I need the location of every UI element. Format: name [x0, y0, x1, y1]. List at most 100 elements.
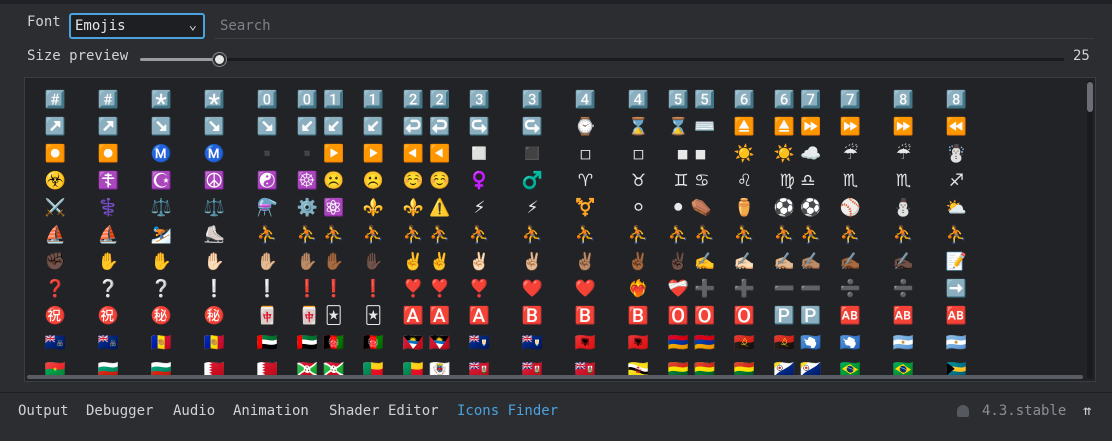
glyph-cell[interactable]: ✌🏿 ✍️: [665, 249, 718, 276]
glyph-cell[interactable]: ✋🏻: [188, 249, 241, 276]
glyph-cell[interactable]: ♏: [824, 168, 877, 195]
glyph-cell[interactable]: ✌🏾: [612, 249, 665, 276]
glyph-cell[interactable]: ⛄: [877, 195, 930, 222]
glyph-cell[interactable]: ✍🏾: [824, 249, 877, 276]
glyph-cell[interactable]: ☪️: [135, 168, 188, 195]
glyph-cell[interactable]: ❓: [29, 276, 82, 303]
glyph-cell[interactable]: 🇦🇲 🇦🇲: [665, 330, 718, 357]
glyph-cell[interactable]: Ⓜ️: [188, 141, 241, 168]
glyph-cell[interactable]: ⚪: [612, 195, 665, 222]
glyph-cell[interactable]: ✌🏼: [506, 249, 559, 276]
glyph-cell[interactable]: ⌛ ⌨️: [665, 114, 718, 141]
glyph-cell[interactable]: 🅾️: [718, 303, 771, 330]
font-select[interactable]: Emojis ⌄: [69, 13, 205, 39]
tab-shader-editor[interactable]: Shader Editor: [329, 403, 439, 419]
glyph-cell[interactable]: ❗ ❗: [294, 276, 347, 303]
vertical-scrollbar[interactable]: [1087, 80, 1093, 379]
glyph-cell[interactable]: ✍🏻: [718, 249, 771, 276]
glyph-cell[interactable]: ✋🏽 ✋🏾: [294, 249, 347, 276]
glyph-cell[interactable]: ⏏️ ⏩: [771, 114, 824, 141]
glyph-cell[interactable]: ⛹️: [930, 222, 983, 249]
glyph-cell[interactable]: 🅱️: [559, 303, 612, 330]
glyph-cell[interactable]: ⛹️: [877, 222, 930, 249]
glyph-cell[interactable]: 4️⃣: [559, 87, 612, 114]
glyph-cell[interactable]: ⚱️: [718, 195, 771, 222]
glyph-cell[interactable]: ↪️: [506, 114, 559, 141]
glyph-cell[interactable]: ⚕️: [82, 195, 135, 222]
expand-panel-icon[interactable]: ⇈: [1083, 403, 1099, 419]
tab-animation[interactable]: Animation: [233, 403, 309, 419]
glyph-cell[interactable]: ㊗️: [82, 303, 135, 330]
glyph-cell[interactable]: 🅿️ 🅿️: [771, 303, 824, 330]
glyph-cell[interactable]: ➖ ➖: [771, 276, 824, 303]
glyph-cell[interactable]: ♌: [718, 168, 771, 195]
glyph-cell[interactable]: ☔: [877, 141, 930, 168]
glyph-cell[interactable]: 🅱️: [612, 303, 665, 330]
bell-icon[interactable]: [957, 405, 969, 417]
glyph-cell[interactable]: ⚫ ⚰️: [665, 195, 718, 222]
glyph-cell[interactable]: 6️⃣ 7️⃣: [771, 87, 824, 114]
glyph-cell[interactable]: 📝: [930, 249, 983, 276]
glyph-cell[interactable]: ⏺️: [82, 141, 135, 168]
glyph-cell[interactable]: ⛹️: [347, 222, 400, 249]
glyph-cell[interactable]: ⛸️: [188, 222, 241, 249]
glyph-cell[interactable]: ➕: [718, 276, 771, 303]
glyph-cell[interactable]: ♊ ♋: [665, 168, 718, 195]
glyph-cell[interactable]: 🀄: [241, 303, 294, 330]
glyph-cell[interactable]: *️⃣: [188, 87, 241, 114]
glyph-cell[interactable]: ⛹️: [506, 222, 559, 249]
glyph-cell[interactable]: ➗: [877, 276, 930, 303]
glyph-cell[interactable]: 🇦🇱: [559, 330, 612, 357]
glyph-cell[interactable]: 🇦🇨: [29, 330, 82, 357]
glyph-cell[interactable]: ⚗️: [241, 195, 294, 222]
glyph-cell[interactable]: ✌️ ✌️: [400, 249, 453, 276]
glyph-cell[interactable]: ❣️: [453, 276, 506, 303]
size-slider-track[interactable]: [140, 58, 1064, 61]
glyph-cell[interactable]: 7️⃣: [824, 87, 877, 114]
glyph-cell[interactable]: Ⓜ️: [135, 141, 188, 168]
glyph-cell[interactable]: ✍🏿: [877, 249, 930, 276]
glyph-cell[interactable]: ▪️ ▶️: [294, 141, 347, 168]
glyph-cell[interactable]: ⚖️: [135, 195, 188, 222]
glyph-cell[interactable]: ⛹️ ⛹️: [665, 222, 718, 249]
glyph-cell[interactable]: ✋: [82, 249, 135, 276]
glyph-cell[interactable]: 🇦🇩: [188, 330, 241, 357]
glyph-cell[interactable]: ⏪: [930, 114, 983, 141]
glyph-cell[interactable]: ⌚: [559, 114, 612, 141]
glyph-cell[interactable]: ❤️‍🔥: [612, 276, 665, 303]
glyph-cell[interactable]: ↘️: [188, 114, 241, 141]
glyph-cell[interactable]: ☸️ ☹️: [294, 168, 347, 195]
glyph-cell[interactable]: 0️⃣: [241, 87, 294, 114]
glyph-cell[interactable]: ⏺️: [29, 141, 82, 168]
tab-audio[interactable]: Audio: [173, 403, 215, 419]
tab-debugger[interactable]: Debugger: [86, 403, 153, 419]
glyph-cell[interactable]: ⚾: [824, 195, 877, 222]
glyph-cell[interactable]: 🇦🇮: [453, 330, 506, 357]
glyph-cell[interactable]: ⌛: [612, 114, 665, 141]
glyph-cell[interactable]: ⛵: [82, 222, 135, 249]
glyph-cell[interactable]: ⛹️: [718, 222, 771, 249]
search-input[interactable]: [214, 13, 1094, 39]
glyph-cell[interactable]: ⛷️: [135, 222, 188, 249]
glyph-cell[interactable]: 2️⃣ 2️⃣: [400, 87, 453, 114]
glyph-cell[interactable]: ❣️ ❣️: [400, 276, 453, 303]
glyph-cell[interactable]: ✌🏽: [559, 249, 612, 276]
glyph-cell[interactable]: ⛹️ ⛹️: [771, 222, 824, 249]
glyph-cell[interactable]: ❗: [347, 276, 400, 303]
glyph-cell[interactable]: ㊗️: [29, 303, 82, 330]
glyph-cell[interactable]: ⛅: [930, 195, 983, 222]
glyph-cell[interactable]: ◀️ ◀️: [400, 141, 453, 168]
tab-output[interactable]: Output: [18, 403, 69, 419]
glyph-cell[interactable]: ↩️ ↩️: [400, 114, 453, 141]
glyph-cell[interactable]: 🅰️: [453, 303, 506, 330]
glyph-cell[interactable]: 🇦🇮: [506, 330, 559, 357]
glyph-cell[interactable]: ☀️: [718, 141, 771, 168]
glyph-cell[interactable]: ☀️ ☁️: [771, 141, 824, 168]
glyph-cell[interactable]: 🇦🇷: [930, 330, 983, 357]
glyph-cell[interactable]: 🇦🇬 🇦🇬: [400, 330, 453, 357]
glyph-cell[interactable]: ⚔️: [29, 195, 82, 222]
glyph-cell[interactable]: ☮️: [188, 168, 241, 195]
glyph-cell[interactable]: ✋🏼: [241, 249, 294, 276]
glyph-cell[interactable]: ♉: [612, 168, 665, 195]
glyph-cell[interactable]: ⚙️ ⚛️: [294, 195, 347, 222]
